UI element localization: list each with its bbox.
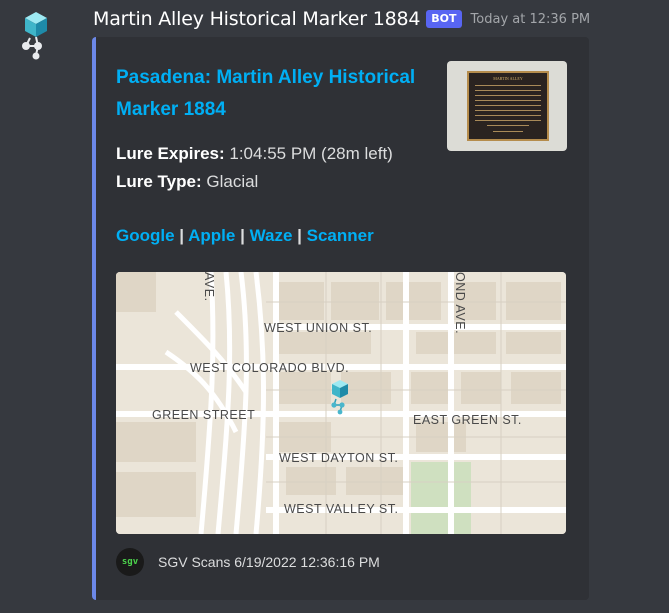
lure-type-label: Lure Type: bbox=[116, 172, 202, 191]
lure-type-field: Lure Type: Glacial bbox=[116, 168, 426, 196]
embed-thumbnail[interactable]: MARTIN ALLEY bbox=[447, 61, 567, 151]
link-separator: | bbox=[235, 226, 250, 245]
cube-logo-icon bbox=[22, 12, 47, 60]
lure-expires-field: Lure Expires: 1:04:55 PM (28m left) bbox=[116, 140, 426, 168]
chat-message: Martin Alley Historical Marker 1884 BOT … bbox=[0, 0, 669, 613]
footer-text: SGV Scans 6/19/2022 12:36:16 PM bbox=[158, 554, 380, 570]
street-label-west-valley: WEST VALLEY ST. bbox=[284, 502, 399, 516]
plaque-title: MARTIN ALLEY bbox=[493, 76, 523, 81]
scanner-link[interactable]: Scanner bbox=[307, 226, 374, 245]
link-separator: | bbox=[174, 226, 189, 245]
historical-plaque-image: MARTIN ALLEY bbox=[467, 71, 549, 141]
lure-expires-value: 1:04:55 PM (28m left) bbox=[224, 144, 393, 163]
embed-title[interactable]: Pasadena: Martin Alley Historical Marker… bbox=[116, 62, 416, 126]
bot-badge: BOT bbox=[426, 10, 462, 28]
apple-maps-link[interactable]: Apple bbox=[188, 226, 235, 245]
embed-description: Lure Expires: 1:04:55 PM (28m left) Lure… bbox=[116, 140, 426, 196]
embed-card: Pasadena: Martin Alley Historical Marker… bbox=[92, 37, 589, 600]
street-label-raymond-ave: OND AVE. bbox=[453, 272, 467, 334]
message-timestamp[interactable]: Today at 12:36 PM bbox=[471, 12, 591, 27]
link-separator: | bbox=[292, 226, 307, 245]
waze-link[interactable]: Waze bbox=[250, 226, 293, 245]
embed-footer: sgv SGV Scans 6/19/2022 12:36:16 PM bbox=[116, 548, 380, 576]
lure-type-value: Glacial bbox=[201, 172, 259, 191]
street-label-left-ave: AVE. bbox=[202, 272, 216, 302]
footer-icon-text: sgv bbox=[121, 557, 139, 567]
embed-map-image[interactable]: WEST UNION ST. WEST COLORADO BLVD. GREEN… bbox=[116, 272, 566, 534]
map-links: Google | Apple | Waze | Scanner bbox=[116, 222, 374, 250]
street-map: WEST UNION ST. WEST COLORADO BLVD. GREEN… bbox=[116, 272, 566, 534]
lure-expires-label: Lure Expires: bbox=[116, 144, 225, 163]
street-label-west-union: WEST UNION ST. bbox=[264, 321, 372, 335]
message-header: Martin Alley Historical Marker 1884 BOT … bbox=[93, 7, 590, 31]
google-maps-link[interactable]: Google bbox=[116, 226, 175, 245]
street-label-west-dayton: WEST DAYTON ST. bbox=[279, 451, 398, 465]
sgv-scans-logo-icon: sgv bbox=[116, 548, 144, 576]
street-label-green-street: GREEN STREET bbox=[152, 408, 255, 422]
bot-avatar[interactable] bbox=[14, 6, 58, 62]
author-name[interactable]: Martin Alley Historical Marker 1884 bbox=[93, 8, 420, 30]
street-label-east-green: EAST GREEN ST. bbox=[413, 413, 522, 427]
street-label-west-colorado: WEST COLORADO BLVD. bbox=[190, 361, 349, 375]
